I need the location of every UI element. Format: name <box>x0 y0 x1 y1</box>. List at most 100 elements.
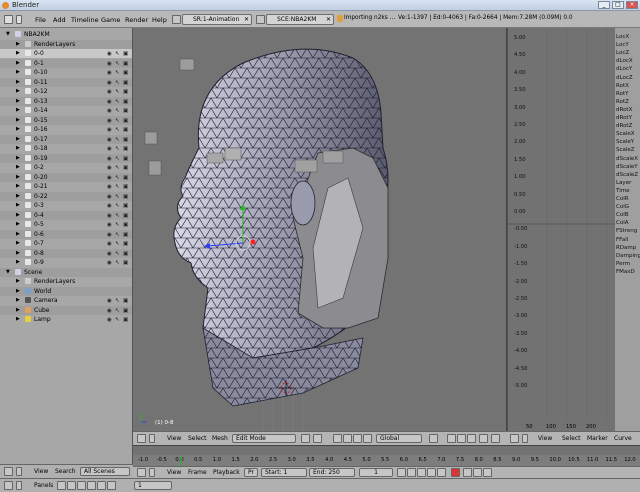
bone-item[interactable]: ▶ 0-17 ◉ ↖ ▣ <box>0 134 132 144</box>
play-icon[interactable] <box>417 468 426 477</box>
root-scene-item[interactable]: ▼ NBA2KM <box>0 30 132 39</box>
collapse-menu-icon[interactable] <box>16 15 22 24</box>
object-icon[interactable] <box>87 481 96 490</box>
expand-arrow-icon[interactable]: ▶ <box>16 315 20 324</box>
outliner-menu-view[interactable]: View <box>34 468 48 475</box>
scene-render-layers-item[interactable]: ▶ RenderLayers <box>0 277 132 286</box>
scene-selector[interactable]: SCE:NBA2KM ✕ <box>266 14 334 25</box>
bone-item[interactable]: ▶ 0-7 ◉ ↖ ▣ <box>0 239 132 248</box>
menu-mesh[interactable]: Mesh <box>212 435 228 442</box>
editor-type-icon[interactable] <box>4 15 13 24</box>
script-icon[interactable] <box>67 481 76 490</box>
render-layers-item[interactable]: ▶ RenderLayers <box>0 39 132 49</box>
manipulator-rotate-icon[interactable] <box>353 434 362 443</box>
vertex-select-icon[interactable] <box>447 434 456 443</box>
bone-item[interactable]: ▶ 0-10 ◉ ↖ ▣ <box>0 68 132 77</box>
ipo-channel-item[interactable]: LocY <box>616 42 629 48</box>
ipo-channel-item[interactable]: Damping <box>616 253 640 259</box>
menu-help[interactable]: Help <box>152 16 167 24</box>
render-icon[interactable] <box>491 434 500 443</box>
expand-arrow-icon[interactable]: ▶ <box>16 144 20 153</box>
expand-arrow-icon[interactable]: ▶ <box>16 106 20 115</box>
bone-item[interactable]: ▶ 0-19 ◉ ↖ ▣ <box>0 153 132 163</box>
cube-item[interactable]: ▶ Cube ◉ ↖ ▣ <box>0 305 132 315</box>
expand-arrow-icon[interactable]: ▶ <box>16 249 20 258</box>
ipo-channel-item[interactable]: Time <box>616 188 629 194</box>
expand-arrow-icon[interactable]: ▶ <box>16 258 20 267</box>
editor-type-icon[interactable] <box>137 434 146 443</box>
pivot-icon[interactable] <box>313 434 322 443</box>
bone-item[interactable]: ▶ 0-6 ◉ ↖ ▣ <box>0 229 132 239</box>
close-icon[interactable]: ✕ <box>326 15 331 24</box>
editor-type-icon[interactable] <box>137 468 146 477</box>
outliner[interactable]: ▼ NBA2KM ▶ RenderLayers ▶ 0-0 ◉ ↖ ▣ ▶ 0-1 ◉ ↖ ▣ ▶ 0-10 ◉… <box>0 28 133 464</box>
ipo-channel-item[interactable]: LocZ <box>616 50 629 56</box>
editing-icon[interactable] <box>97 481 106 490</box>
expand-arrow-icon[interactable]: ▼ <box>6 268 10 277</box>
editor-type-icon[interactable] <box>4 467 13 476</box>
timeline-menu-playback[interactable]: Playback <box>213 469 240 476</box>
3d-viewport[interactable]: (1) 0-8 <box>133 28 506 431</box>
bone-item[interactable]: ▶ 0-13 ◉ ↖ ▣ <box>0 96 132 106</box>
editor-type-icon[interactable] <box>4 481 13 490</box>
layer-icon[interactable] <box>429 434 438 443</box>
bone-item[interactable]: ▶ 0-22 ◉ ↖ ▣ <box>0 191 132 201</box>
expand-arrow-icon[interactable]: ▶ <box>16 296 20 305</box>
ipo-channel-item[interactable]: dLocY <box>616 66 632 72</box>
bone-item[interactable]: ▶ 0-2 ◉ ↖ ▣ <box>0 163 132 172</box>
ipo-channel-item[interactable]: Layer <box>616 180 631 186</box>
ipo-channel-item[interactable]: RDamp <box>616 245 636 251</box>
ipo-channel-item[interactable]: dLocX <box>616 58 633 64</box>
ipo-channel-item[interactable]: RotZ <box>616 99 629 105</box>
menu-timeline[interactable]: Timeline <box>71 16 99 24</box>
ipo-channel-item[interactable]: ScaleX <box>616 131 635 137</box>
close-icon[interactable]: ✕ <box>244 15 249 24</box>
draw-type-icon[interactable] <box>301 434 310 443</box>
next-keyframe-icon[interactable] <box>427 468 436 477</box>
expand-arrow-icon[interactable]: ▶ <box>16 97 20 106</box>
ipo-channel-item[interactable]: RotX <box>616 83 629 89</box>
limit-selection-icon[interactable] <box>479 434 488 443</box>
screen-selector[interactable]: SR:1-Animation ✕ <box>182 14 252 25</box>
expand-arrow-icon[interactable]: ▼ <box>6 30 10 39</box>
collapse-menu-icon[interactable] <box>522 434 528 443</box>
ipo-channel-item[interactable]: FFall <box>616 237 628 243</box>
camera-item[interactable]: ▶ Camera ◉ ↖ ▣ <box>0 296 132 305</box>
shading-icon[interactable] <box>77 481 86 490</box>
face-select-icon[interactable] <box>467 434 476 443</box>
expand-arrow-icon[interactable]: ▶ <box>16 40 20 49</box>
scene-icon[interactable] <box>107 481 116 490</box>
keying-set-icon[interactable] <box>463 468 472 477</box>
bone-item[interactable]: ▶ 0-5 ◉ ↖ ▣ <box>0 220 132 229</box>
bone-item[interactable]: ▶ 0-16 ◉ ↖ ▣ <box>0 125 132 134</box>
expand-arrow-icon[interactable]: ▶ <box>16 277 20 286</box>
bone-item[interactable]: ▶ 0-9 ◉ ↖ ▣ <box>0 258 132 267</box>
scene-item[interactable]: ▼ Scene <box>0 267 132 277</box>
collapse-menu-icon[interactable] <box>16 481 22 490</box>
ipo-channel-item[interactable]: ColB <box>616 212 629 218</box>
expand-arrow-icon[interactable]: ▶ <box>16 125 20 134</box>
expand-arrow-icon[interactable]: ▶ <box>16 78 20 87</box>
lamp-item[interactable]: ▶ Lamp ◉ ↖ ▣ <box>0 315 132 325</box>
menu-add[interactable]: Add <box>53 16 66 24</box>
ipo-channel-item[interactable]: ColA <box>616 220 629 226</box>
collapse-menu-icon[interactable] <box>16 467 22 476</box>
editor-type-icon[interactable] <box>510 434 519 443</box>
end-frame-field[interactable]: End: 250 <box>309 468 355 477</box>
bone-item[interactable]: ▶ 0-8 ◉ ↖ ▣ <box>0 248 132 258</box>
expand-arrow-icon[interactable]: ▶ <box>16 287 20 296</box>
ipo-channel-item[interactable]: LocX <box>616 34 629 40</box>
ipo-menu-select[interactable]: Select <box>562 435 581 442</box>
render-icon[interactable]: ▣ <box>123 316 128 325</box>
bone-item[interactable]: ▶ 0-4 ◉ ↖ ▣ <box>0 210 132 220</box>
ipo-channel-item[interactable]: FStreng <box>616 228 637 234</box>
bone-item[interactable]: ▶ 0-15 ◉ ↖ ▣ <box>0 115 132 125</box>
ipo-channel-item[interactable]: dScaleX <box>616 156 638 162</box>
collapse-menu-icon[interactable] <box>149 434 155 443</box>
logic-icon[interactable] <box>57 481 66 490</box>
current-frame-field[interactable]: 1 <box>359 468 393 477</box>
expand-arrow-icon[interactable]: ▶ <box>16 163 20 172</box>
expand-arrow-icon[interactable]: ▶ <box>16 154 20 163</box>
start-frame-field[interactable]: Start: 1 <box>261 468 307 477</box>
ipo-channel-item[interactable]: ColG <box>616 204 629 210</box>
